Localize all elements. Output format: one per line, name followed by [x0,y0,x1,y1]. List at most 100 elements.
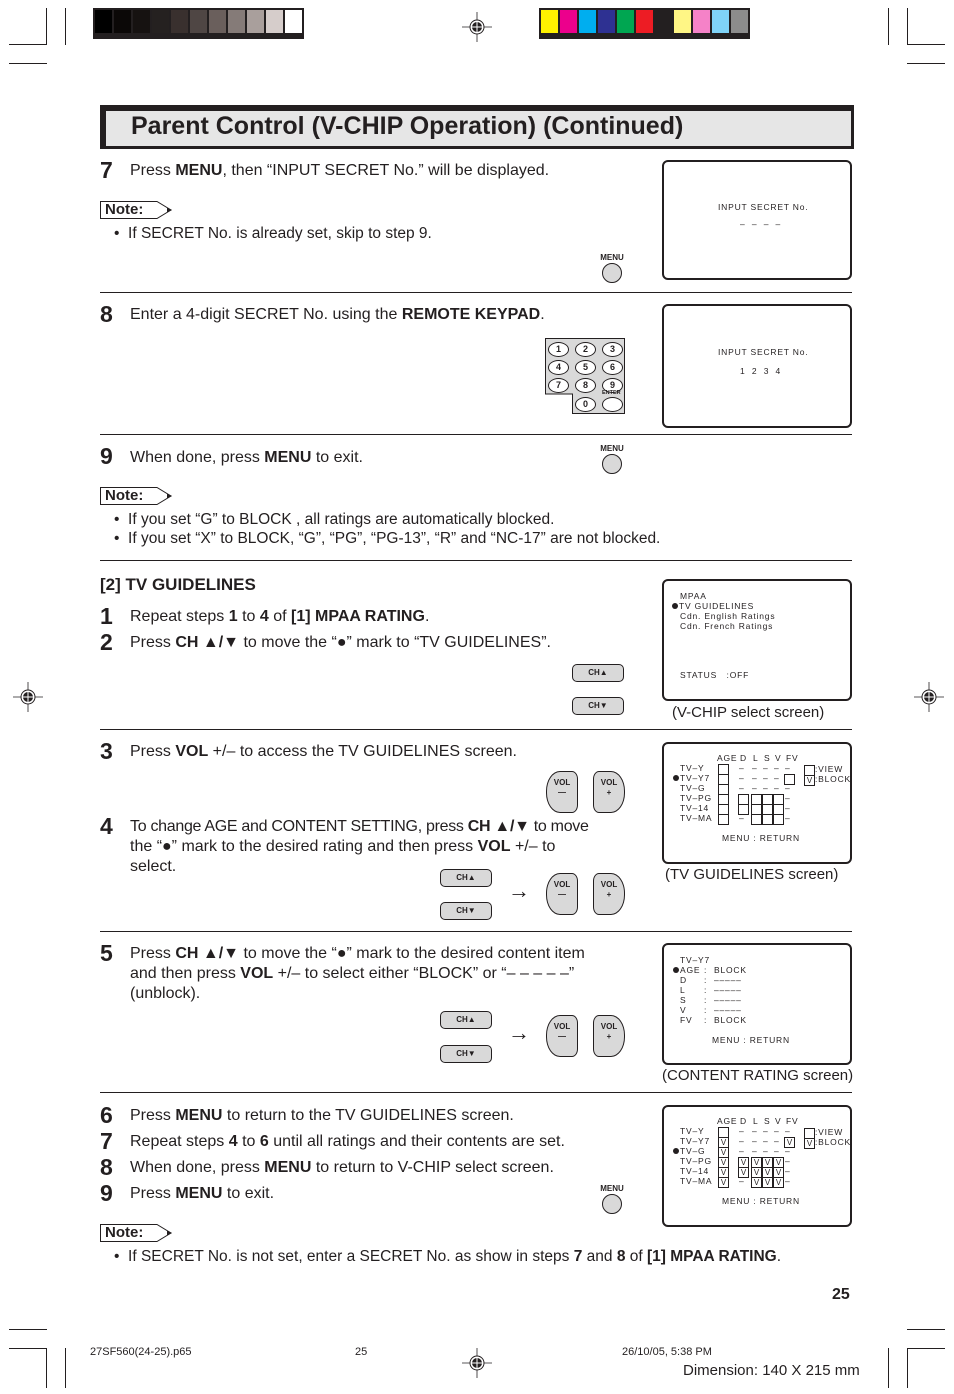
rating-row-label: TV–Y7 [673,773,710,783]
unavailable-dash: – [763,783,769,793]
color-swatch [655,10,672,33]
content-item-value: ––––– [714,1005,742,1015]
color-swatch [693,10,710,33]
column-header: AGE [717,753,738,763]
text-run: Press [130,162,176,179]
unavailable-dash: – [763,1136,769,1146]
key-0[interactable]: 0 [575,397,596,412]
registration-mark-icon [914,682,944,712]
unavailable-dash: – [785,793,791,803]
crop-mark [9,44,47,45]
menu-button-circle[interactable] [602,263,622,283]
rating-row-label: TV–Y [680,763,704,773]
screen-caption: (CONTENT RATING screen) [662,1067,854,1084]
menu-item: Cdn. English Ratings [680,611,776,621]
content-item-label: S [680,995,686,1005]
plus-icon: + [606,1032,612,1041]
unavailable-dash: – [739,783,745,793]
column-header: AGE [717,1116,738,1126]
colon-separator: : [704,965,708,975]
vol-plus-button[interactable]: VOL + [593,1015,625,1057]
ch-up-button[interactable]: CH▲ [572,664,624,682]
rating-title: TV–Y7 [680,955,710,965]
vol-plus-button[interactable]: VOL + [593,771,625,813]
unavailable-dash: – [785,783,791,793]
vol-label: VOL [600,880,618,889]
ch-down-button[interactable]: CH▼ [440,902,492,920]
color-swatch [228,10,245,33]
key-enter[interactable] [602,397,623,412]
step-number: 6 [100,1102,113,1128]
step-text: (unblock). [130,985,201,1002]
unavailable-dash: – [785,763,791,773]
note-label: Note: [100,486,173,505]
vol-minus-button[interactable]: VOL — [546,1015,578,1057]
color-swatch [171,10,188,33]
column-header: S [764,753,771,763]
column-header: D [740,753,747,763]
key-5[interactable]: 5 [575,360,596,375]
color-swatch [579,10,596,33]
colon-separator: : [704,975,708,985]
vol-minus-button[interactable]: VOL — [546,873,578,915]
ch-up-button[interactable]: CH▲ [440,1011,492,1029]
key-2[interactable]: 2 [575,342,596,357]
step-text: When done, press MENU to exit. [130,448,363,468]
color-swatch [541,10,558,33]
key-7[interactable]: 7 [548,378,569,393]
rating-row-label: TV–14 [680,1166,709,1176]
crop-mark [907,63,945,64]
rating-row-label: TV–Y [680,1126,704,1136]
unavailable-dash: – [785,813,791,823]
rating-row-text: TV–Y7 [680,1136,710,1146]
remote-keypad: 1 2 3 4 5 6 7 8 9 0 ENTER [545,338,625,414]
content-item-label: FV [680,1015,692,1025]
rating-checkbox: V [718,1177,729,1188]
menu-item-selected: TV GUIDELINES [672,601,754,611]
key-4[interactable]: 4 [548,360,569,375]
vol-plus-button[interactable]: VOL + [593,873,625,915]
return-hint: MENU : RETURN [712,1035,790,1045]
legend-view-label: :VIEW [815,764,844,774]
vol-label: VOL [600,1022,618,1031]
return-hint: MENU : RETURN [722,833,800,843]
color-swatch [190,10,207,33]
text-run: to exit. [311,449,363,466]
content-item-key: AGE [680,965,701,975]
rating-checkbox [762,814,773,825]
screen-value: – – – – [740,219,782,229]
grayscale-color-bar [93,8,304,39]
note-bullet: • If you set “X” to BLOCK, “G”, “PG”, “P… [114,530,661,547]
footer-date: 26/10/05, 5:38 PM [622,1346,712,1358]
unavailable-dash: – [763,1146,769,1156]
rating-row-text: TV–PG [680,793,712,803]
vol-minus-button[interactable]: VOL — [546,771,578,813]
key-1[interactable]: 1 [548,342,569,357]
unavailable-dash: – [774,1136,780,1146]
color-swatch [731,10,748,33]
menu-button[interactable]: MENU [592,1184,632,1214]
unavailable-dash: – [774,783,780,793]
content-item-label: L [680,985,686,995]
ch-down-button[interactable]: CH▼ [572,697,624,715]
key-6[interactable]: 6 [602,360,623,375]
step-number: 5 [100,940,113,966]
menu-button[interactable]: MENU [592,444,632,474]
step-text: the “●” mark to the desired rating and t… [130,838,556,855]
section-heading: [2] TV GUIDELINES [100,575,256,594]
page-number: 25 [832,1286,850,1303]
color-swatch [712,10,729,33]
step-number: 9 [100,1180,113,1206]
menu-button[interactable]: MENU [592,253,632,283]
ch-down-button[interactable]: CH▼ [440,1045,492,1063]
tv-screen-vchip-select: MPAA TV GUIDELINES Cdn. English Ratings … [662,579,852,701]
tv-screen-content-rating: TV–Y7 MENU : RETURN AGE: BLOCK D: ––––– L: ––… [662,943,852,1065]
key-3[interactable]: 3 [602,342,623,357]
color-swatch [598,10,615,33]
menu-button-circle[interactable] [602,1194,622,1214]
rating-row-text: TV–MA [680,1176,713,1186]
step-text: When done, press MENU to return to V-CHI… [130,1159,554,1176]
key-8[interactable]: 8 [575,378,596,393]
menu-button-circle[interactable] [602,454,622,474]
ch-up-button[interactable]: CH▲ [440,869,492,887]
